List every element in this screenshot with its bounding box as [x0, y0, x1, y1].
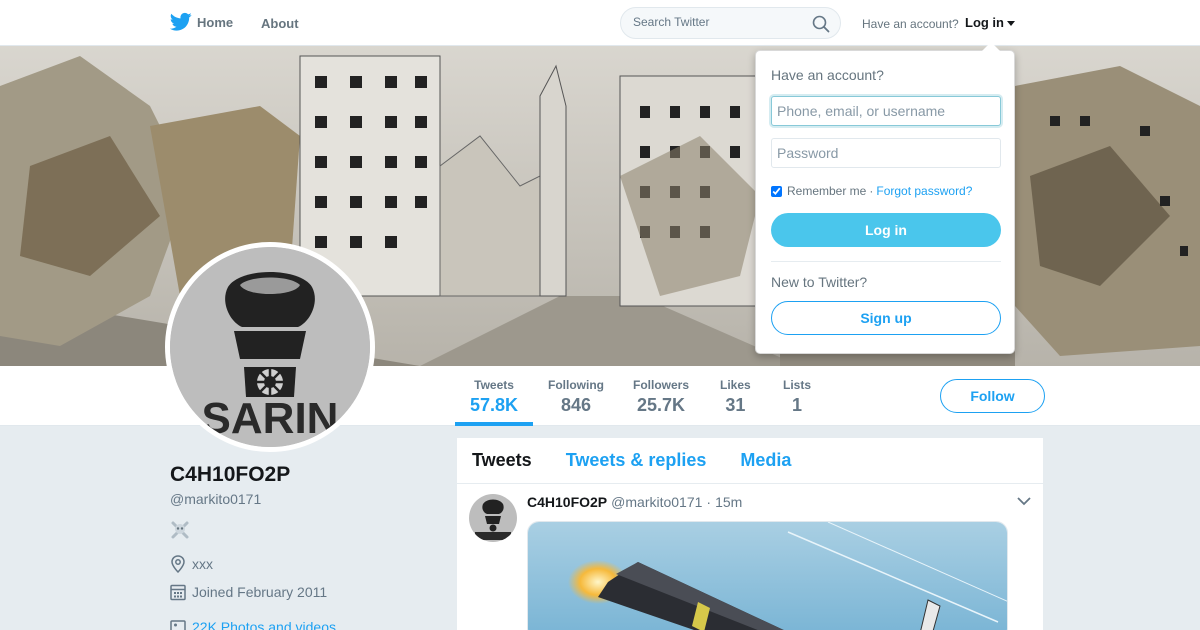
password-field[interactable] — [771, 138, 1001, 168]
twitter-bird-icon — [170, 12, 192, 31]
stat-likes[interactable]: Likes 31 — [720, 378, 751, 416]
remember-separator: · — [869, 184, 874, 198]
stat-tweets-label: Tweets — [474, 378, 514, 392]
photo-icon — [170, 620, 186, 630]
login-button[interactable]: Log in — [771, 213, 1001, 247]
stat-lists-value: 1 — [792, 395, 803, 415]
stat-followers[interactable]: Followers 25.7K — [633, 378, 689, 416]
tweet-avatar[interactable] — [469, 494, 517, 542]
stat-following-value: 846 — [560, 395, 592, 415]
stat-lists-label: Lists — [783, 378, 812, 392]
tweet-author-handle[interactable]: @markito0171 — [611, 494, 702, 510]
tweet-header: C4H10FO2P @markito0171 · 15m — [527, 494, 742, 510]
forgot-password-link[interactable]: Forgot password? — [876, 184, 972, 198]
tweet-avatar-image — [469, 494, 517, 542]
chevron-down-icon[interactable] — [1017, 496, 1031, 506]
photos-videos-link[interactable]: 22K Photos and videos — [170, 618, 336, 630]
profile-handle[interactable]: @markito0171 — [170, 491, 261, 507]
stat-likes-value: 31 — [725, 395, 746, 415]
login-link-label: Log in — [965, 15, 1004, 30]
follow-button[interactable]: Follow — [940, 379, 1045, 413]
tweet-author-name[interactable]: C4H10FO2P — [527, 494, 607, 510]
stat-following-label: Following — [548, 378, 604, 392]
tab-tweets[interactable]: Tweets — [472, 450, 532, 471]
have-account-label: Have an account? — [862, 17, 959, 31]
nav-about-link[interactable]: About — [261, 16, 299, 31]
tweet-media[interactable] — [527, 521, 1008, 630]
username-field[interactable] — [771, 96, 1001, 126]
login-dropdown-toggle[interactable]: Log in — [965, 15, 1015, 30]
remember-me-label[interactable]: Remember me — [787, 184, 866, 198]
remember-me-checkbox[interactable] — [771, 185, 782, 197]
nav-home-label: Home — [197, 14, 234, 30]
login-dropdown: Have an account? Remember me · Forgot pa… — [755, 42, 1015, 354]
profile-location: xxx — [170, 555, 213, 573]
stat-tweets[interactable]: Tweets 57.8K — [470, 378, 518, 416]
search-box[interactable] — [620, 7, 841, 39]
stat-following[interactable]: Following 846 — [548, 378, 604, 416]
avatar-stencil-text: SARIN — [202, 394, 339, 443]
profile-joined: Joined February 2011 — [170, 583, 327, 601]
tab-media[interactable]: Media — [740, 450, 791, 471]
search-icon[interactable] — [812, 15, 830, 33]
avatar-image: SARIN — [170, 247, 370, 447]
tweet-timestamp[interactable]: 15m — [715, 494, 742, 510]
timeline: Tweets Tweets & replies Media C4H10FO2P … — [456, 437, 1044, 630]
profile-joined-text: Joined February 2011 — [192, 584, 328, 600]
new-to-twitter-label: New to Twitter? — [771, 274, 868, 290]
dropdown-divider — [771, 261, 1001, 262]
top-navigation: Home About Have an account? Log in — [0, 0, 1200, 46]
timeline-tabs: Tweets Tweets & replies Media — [457, 438, 1043, 484]
photos-videos-label: 22K Photos and videos — [192, 619, 336, 630]
active-stat-underline — [455, 422, 533, 426]
remember-me-row: Remember me · Forgot password? — [771, 184, 972, 198]
tab-tweets-replies[interactable]: Tweets & replies — [566, 450, 707, 471]
stat-tweets-value: 57.8K — [470, 395, 519, 415]
login-dropdown-title: Have an account? — [771, 67, 884, 83]
signup-button[interactable]: Sign up — [771, 301, 1001, 335]
location-icon — [171, 555, 185, 573]
calendar-icon — [170, 584, 186, 601]
profile-avatar[interactable]: SARIN — [165, 242, 375, 452]
caret-down-icon — [1007, 21, 1015, 26]
stat-followers-label: Followers — [633, 378, 690, 392]
nav-home-link[interactable]: Home — [170, 12, 233, 32]
stat-lists[interactable]: Lists 1 — [783, 378, 811, 416]
stat-likes-label: Likes — [720, 378, 751, 392]
tweet-media-image — [528, 522, 1007, 630]
profile-location-text: xxx — [192, 556, 213, 572]
tweet-separator: · — [706, 494, 712, 510]
search-input[interactable] — [633, 15, 803, 29]
skull-crossbones-icon — [171, 521, 189, 539]
profile-name[interactable]: C4H10FO2P — [170, 463, 290, 487]
stat-followers-value: 25.7K — [636, 395, 686, 415]
